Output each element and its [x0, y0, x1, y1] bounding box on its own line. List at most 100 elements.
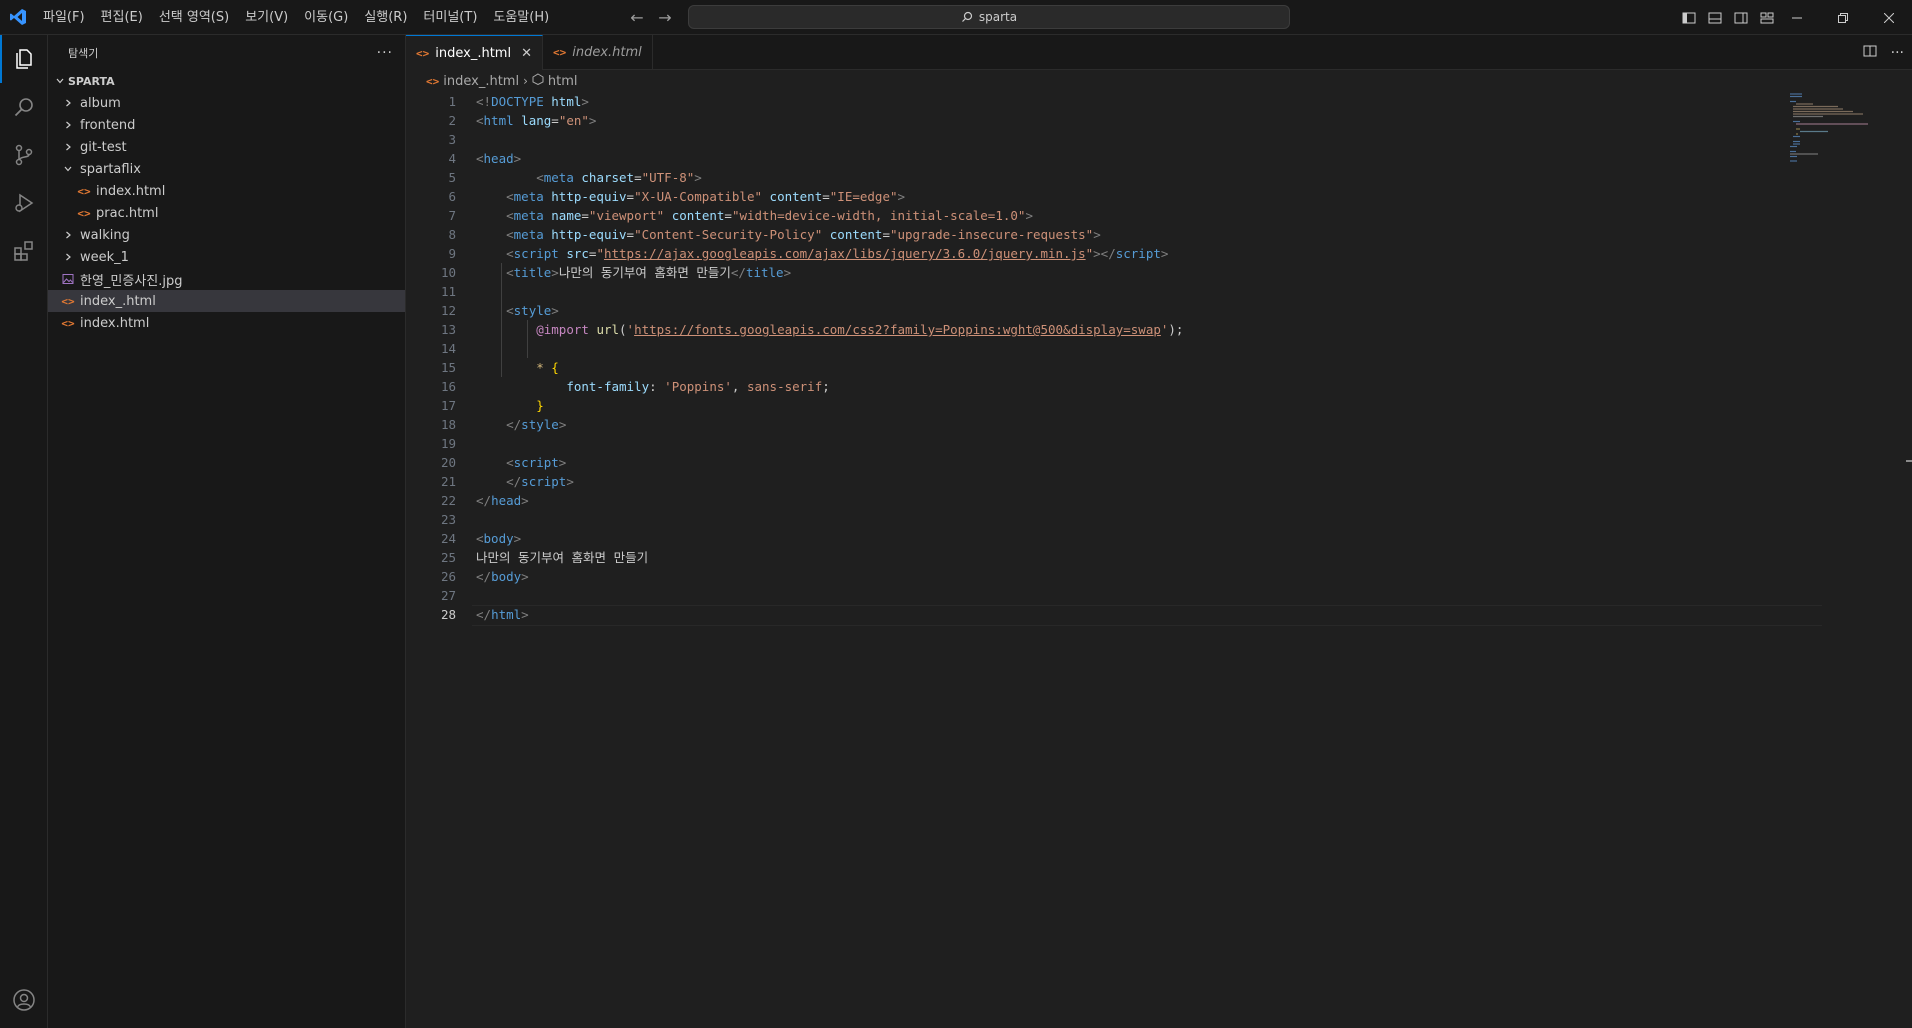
- source-control-icon[interactable]: [0, 131, 48, 179]
- menu-run[interactable]: 실행(R): [356, 0, 415, 35]
- tree-item-folder[interactable]: git-test: [48, 136, 405, 158]
- line-number: 8: [448, 227, 456, 242]
- tree-item-folder[interactable]: spartaflix: [48, 158, 405, 180]
- layout-controls: [1680, 0, 1776, 35]
- minimize-icon[interactable]: [1774, 0, 1820, 35]
- line-number: 27: [440, 588, 456, 603]
- tree-item-label: index_.html: [80, 293, 156, 309]
- tree-item-folder[interactable]: week_1: [48, 246, 405, 268]
- tab-label: index.html: [572, 45, 642, 60]
- extensions-icon[interactable]: [0, 227, 48, 275]
- menu-view[interactable]: 보기(V): [237, 0, 296, 35]
- line-number: 12: [440, 303, 456, 318]
- tree-item-folder[interactable]: frontend: [48, 114, 405, 136]
- code-line: }: [536, 398, 544, 413]
- tree-item-folder[interactable]: album: [48, 92, 405, 114]
- line-number: 21: [440, 474, 456, 489]
- line-number: 5: [448, 170, 456, 185]
- tree-item-label: index.html: [80, 315, 150, 331]
- tree-item-label: week_1: [80, 249, 129, 265]
- line-number: 10: [440, 265, 456, 280]
- menu-selection[interactable]: 선택 영역(S): [151, 0, 237, 35]
- close-window-icon[interactable]: [1866, 0, 1912, 35]
- editor-group: <> index_.html ✕ <> index.html ··· <> in…: [406, 35, 1912, 1028]
- code-line: <meta http-equiv="Content-Security-Polic…: [506, 227, 1101, 242]
- menu-edit[interactable]: 편집(E): [93, 0, 151, 35]
- forward-arrow-icon[interactable]: →: [656, 8, 674, 27]
- code-link[interactable]: https://ajax.googleapis.com/ajax/libs/jq…: [604, 246, 1086, 261]
- code-line: <meta charset="UTF-8">: [536, 170, 702, 185]
- html-file-icon: <>: [426, 74, 440, 88]
- navigation-arrows: ← →: [628, 0, 674, 35]
- tree-item-label: git-test: [80, 139, 127, 155]
- line-number: 18: [440, 417, 456, 432]
- command-center-text: sparta: [978, 10, 1018, 24]
- restore-icon[interactable]: [1820, 0, 1866, 35]
- search-view-icon[interactable]: [0, 83, 48, 131]
- chevron-right-icon: [60, 120, 76, 130]
- toggle-panel-icon[interactable]: [1706, 9, 1724, 27]
- chevron-right-icon: [60, 230, 76, 240]
- line-number: 22: [440, 493, 456, 508]
- line-number: 16: [440, 379, 456, 394]
- workspace-section-header[interactable]: SPARTA: [48, 70, 405, 92]
- command-center-search[interactable]: sparta: [688, 5, 1290, 29]
- chevron-down-icon: [60, 164, 76, 174]
- breadcrumb-file[interactable]: index_.html: [443, 74, 519, 89]
- tree-item-label: frontend: [80, 117, 136, 133]
- tab-index-underscore-html[interactable]: <> index_.html ✕: [406, 35, 543, 70]
- code-line-current: </html>: [472, 605, 1822, 626]
- line-number: 7: [448, 208, 456, 223]
- tab-index-html[interactable]: <> index.html: [543, 35, 653, 70]
- tree-item-html[interactable]: <> index.html: [48, 180, 405, 202]
- line-number: 3: [448, 132, 456, 147]
- tree-item-html[interactable]: <> index_.html: [48, 290, 405, 312]
- tree-item-label: prac.html: [96, 205, 159, 221]
- line-number: 4: [448, 151, 456, 166]
- back-arrow-icon[interactable]: ←: [628, 8, 646, 27]
- run-debug-icon[interactable]: [0, 179, 48, 227]
- menu-help[interactable]: 도움말(H): [485, 0, 557, 35]
- split-editor-icon[interactable]: [1863, 44, 1877, 62]
- code-line: </style>: [506, 417, 567, 432]
- search-icon: [961, 11, 972, 22]
- editor-actions: ···: [1863, 35, 1904, 70]
- html-file-icon: <>: [61, 294, 75, 308]
- tree-item-html[interactable]: <> index.html: [48, 312, 405, 334]
- line-numbers: 1 2 3 4 5 6 7 8 9 10 11 12 13 14 15 16 17 18 19 20 21 22 23 24 2…: [406, 92, 456, 624]
- close-tab-icon[interactable]: ✕: [521, 46, 532, 61]
- minimap[interactable]: [1788, 92, 1898, 162]
- more-actions-icon[interactable]: ···: [377, 45, 393, 61]
- chevron-right-icon: ›: [523, 74, 528, 88]
- code-link[interactable]: https://fonts.googleapis.com/css2?family…: [634, 322, 1161, 337]
- explorer-sidebar: 탐색기 ··· SPARTA album frontend git-test spar…: [48, 35, 406, 1028]
- code-line: <html lang="en">: [476, 113, 597, 128]
- accounts-icon[interactable]: [0, 976, 48, 1024]
- toggle-primary-sidebar-icon[interactable]: [1680, 9, 1698, 27]
- breadcrumb-symbol[interactable]: html: [548, 74, 578, 89]
- line-number: 13: [440, 322, 456, 337]
- window-controls: [1774, 0, 1912, 35]
- menu-terminal[interactable]: 터미널(T): [415, 0, 485, 35]
- tree-item-folder[interactable]: walking: [48, 224, 405, 246]
- code-line: <body>: [476, 531, 522, 546]
- code-lines[interactable]: <!DOCTYPE html> <html lang="en"> <head> …: [472, 92, 1822, 626]
- code-line: </body>: [476, 569, 529, 584]
- line-number: 26: [440, 569, 456, 584]
- toggle-secondary-sidebar-icon[interactable]: [1732, 9, 1750, 27]
- code-editor[interactable]: 1 2 3 4 5 6 7 8 9 10 11 12 13 14 15 16 17 18 19 20 21 22 23 24 2…: [406, 92, 1912, 1028]
- tree-item-image[interactable]: 한영_민증사진.jpg: [48, 268, 405, 290]
- menu-file[interactable]: 파일(F): [35, 0, 93, 35]
- editor-more-actions-icon[interactable]: ···: [1891, 45, 1904, 61]
- explorer-icon[interactable]: [0, 35, 48, 83]
- line-number: 25: [440, 550, 456, 565]
- file-tree: album frontend git-test spartaflix <> index.h…: [48, 92, 405, 334]
- code-line: <meta http-equiv="X-UA-Compatible" conte…: [506, 189, 906, 204]
- code-line: 나만의 동기부여 홈화면 만들기: [476, 550, 649, 565]
- menu-go[interactable]: 이동(G): [296, 0, 356, 35]
- tree-item-html[interactable]: <> prac.html: [48, 202, 405, 224]
